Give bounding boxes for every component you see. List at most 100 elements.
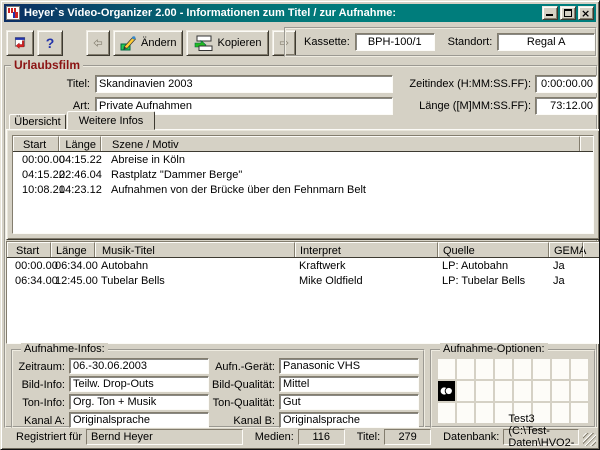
option-cell[interactable] bbox=[476, 359, 493, 379]
table-row[interactable]: 04:15.22 02:46.04 Rastplatz "Dammer Berg… bbox=[13, 168, 593, 182]
maximize-icon bbox=[564, 9, 572, 17]
music-header-cap bbox=[583, 242, 599, 257]
exit-button[interactable] bbox=[6, 30, 34, 56]
scenes-col-start[interactable]: Start bbox=[13, 136, 59, 151]
scenes-table: Start Länge Szene / Motiv 00:00.00 04:15… bbox=[12, 135, 594, 234]
app-icon[interactable] bbox=[6, 6, 20, 20]
option-cell[interactable] bbox=[552, 381, 569, 401]
option-cell[interactable] bbox=[438, 359, 455, 379]
standort-field[interactable]: Regal A bbox=[497, 33, 595, 51]
registriert-value: Bernd Heyer bbox=[91, 431, 153, 443]
titel-label: Titel: bbox=[6, 78, 90, 90]
bild-qualitaet-label: Bild-Qualität: bbox=[203, 379, 275, 391]
aufnahme-infos-title: Aufnahme-Infos: bbox=[21, 343, 108, 355]
cell-musik-titel: Autobahn bbox=[95, 260, 295, 272]
datenbank-label: Datenbank: bbox=[443, 431, 499, 443]
music-col-start[interactable]: Start bbox=[7, 242, 51, 257]
help-button[interactable]: ? bbox=[37, 30, 63, 56]
kanal-a-label: Kanal A: bbox=[13, 415, 65, 427]
option-cell[interactable] bbox=[457, 381, 474, 401]
ton-qualitaet-value: Gut bbox=[283, 396, 301, 408]
laenge-label: Länge ([M]MM:SS.FF): bbox=[376, 100, 531, 112]
scenes-col-szene[interactable]: Szene / Motiv bbox=[101, 136, 580, 151]
aendern-button[interactable]: Ändern bbox=[113, 30, 183, 56]
kopieren-label: Kopieren bbox=[217, 37, 261, 49]
option-cell[interactable] bbox=[533, 359, 550, 379]
bild-info-value: Teilw. Drop-Outs bbox=[73, 378, 154, 390]
option-cell[interactable] bbox=[495, 381, 512, 401]
cell-quelle: LP: Tubelar Bells bbox=[438, 275, 549, 287]
kanal-a-field[interactable]: Originalsprache bbox=[69, 412, 209, 428]
option-cell[interactable] bbox=[571, 381, 588, 401]
ton-qualitaet-field[interactable]: Gut bbox=[279, 394, 419, 410]
option-cell[interactable] bbox=[533, 381, 550, 401]
kanal-b-field[interactable]: Originalsprache bbox=[279, 412, 419, 428]
option-cell[interactable] bbox=[495, 359, 512, 379]
option-cell[interactable] bbox=[476, 403, 493, 423]
titel-count: 279 bbox=[384, 429, 431, 445]
cell-musik-titel: Tubelar Bells bbox=[95, 275, 295, 287]
minimize-button[interactable] bbox=[542, 6, 558, 20]
option-cell[interactable] bbox=[438, 403, 455, 423]
help-icon: ? bbox=[46, 35, 55, 51]
option-cell[interactable] bbox=[457, 359, 474, 379]
tab-uebersicht[interactable]: Übersicht bbox=[9, 114, 66, 130]
table-row[interactable]: 00:00.00 04:15.22 Abreise in Köln bbox=[13, 153, 593, 167]
aufnahme-optionen-title: Aufnahme-Optionen: bbox=[440, 343, 548, 355]
music-col-titel[interactable]: Musik-Titel bbox=[95, 242, 295, 257]
datenbank-value: Test3 (C:\Test-Daten\HVO2-Test3\) bbox=[508, 413, 574, 450]
music-col-quelle[interactable]: Quelle bbox=[438, 242, 549, 257]
option-cell[interactable] bbox=[514, 359, 531, 379]
zeitindex-value: 0:00:00.00 bbox=[541, 78, 593, 90]
kanal-a-value: Originalsprache bbox=[73, 414, 150, 426]
bild-info-field[interactable]: Teilw. Drop-Outs bbox=[69, 376, 209, 392]
option-cell[interactable] bbox=[476, 381, 493, 401]
table-row[interactable]: 06:34.00 12:45.00 Tubelar Bells Mike Old… bbox=[7, 274, 599, 288]
title-bar[interactable]: Heyer`s Video-Organizer 2.00 - Informati… bbox=[4, 4, 596, 22]
tab-weitere-infos[interactable]: Weitere Infos bbox=[67, 111, 155, 130]
minimize-icon bbox=[546, 14, 553, 16]
aendern-label: Ändern bbox=[141, 37, 176, 49]
cell-laenge: 04:23.12 bbox=[59, 184, 101, 196]
table-row[interactable]: 00:00.00 06:34.00 Autobahn Kraftwerk LP:… bbox=[7, 259, 599, 273]
kopieren-button[interactable]: Kopieren bbox=[186, 30, 268, 56]
option-cell[interactable] bbox=[457, 403, 474, 423]
tab-weitere-infos-label: Weitere Infos bbox=[79, 115, 144, 127]
medien-count: 116 bbox=[298, 429, 345, 445]
music-col-interpret[interactable]: Interpret bbox=[295, 242, 438, 257]
resize-grip[interactable] bbox=[583, 433, 596, 446]
laenge-field[interactable]: 73:12.00 bbox=[535, 97, 597, 115]
close-button[interactable]: × bbox=[578, 6, 594, 20]
kassette-field[interactable]: BPH-100/1 bbox=[355, 33, 435, 51]
cell-laenge: 06:34.00 bbox=[51, 260, 95, 272]
option-cell[interactable] bbox=[438, 381, 455, 401]
option-cell[interactable] bbox=[552, 359, 569, 379]
ton-info-field[interactable]: Org. Ton + Musik bbox=[69, 394, 209, 410]
weitere-infos-panel: Start Länge Szene / Motiv 00:00.00 04:15… bbox=[6, 129, 600, 240]
titel-field[interactable]: Skandinavien 2003 bbox=[95, 75, 393, 93]
option-cell[interactable] bbox=[571, 359, 588, 379]
medien-value: 116 bbox=[313, 431, 331, 443]
back-button[interactable] bbox=[86, 30, 110, 56]
scenes-col-laenge[interactable]: Länge bbox=[59, 136, 101, 151]
laenge-value: 73:12.00 bbox=[550, 100, 593, 112]
standort-value: Regal A bbox=[527, 36, 566, 48]
option-cell[interactable] bbox=[514, 381, 531, 401]
music-col-gema[interactable]: GEMA bbox=[549, 242, 583, 257]
table-row[interactable]: 10:08.21 04:23.12 Aufnahmen von der Brüc… bbox=[13, 183, 593, 197]
film-group-title: Urlaubsfilm bbox=[11, 58, 83, 72]
ton-info-value: Org. Ton + Musik bbox=[73, 396, 156, 408]
cell-interpret: Mike Oldfield bbox=[295, 275, 438, 287]
kassette-groupbox: Kassette: BPH-100/1 Standort: Regal A bbox=[284, 27, 597, 57]
music-col-laenge[interactable]: Länge bbox=[51, 242, 95, 257]
cell-laenge: 04:15.22 bbox=[59, 154, 101, 166]
cell-gema: Ja bbox=[549, 260, 583, 272]
zeitindex-field[interactable]: 0:00:00.00 bbox=[535, 75, 597, 93]
scenes-table-header: Start Länge Szene / Motiv bbox=[13, 136, 593, 152]
maximize-button[interactable] bbox=[560, 6, 576, 20]
bild-qualitaet-field[interactable]: Mittel bbox=[279, 376, 419, 392]
cell-szene: Rastplatz "Dammer Berge" bbox=[101, 169, 593, 181]
zeitraum-field[interactable]: 06.-30.06.2003 bbox=[69, 358, 209, 374]
aufn-geraet-field[interactable]: Panasonic VHS bbox=[279, 358, 419, 374]
stereo-icon bbox=[440, 386, 453, 396]
